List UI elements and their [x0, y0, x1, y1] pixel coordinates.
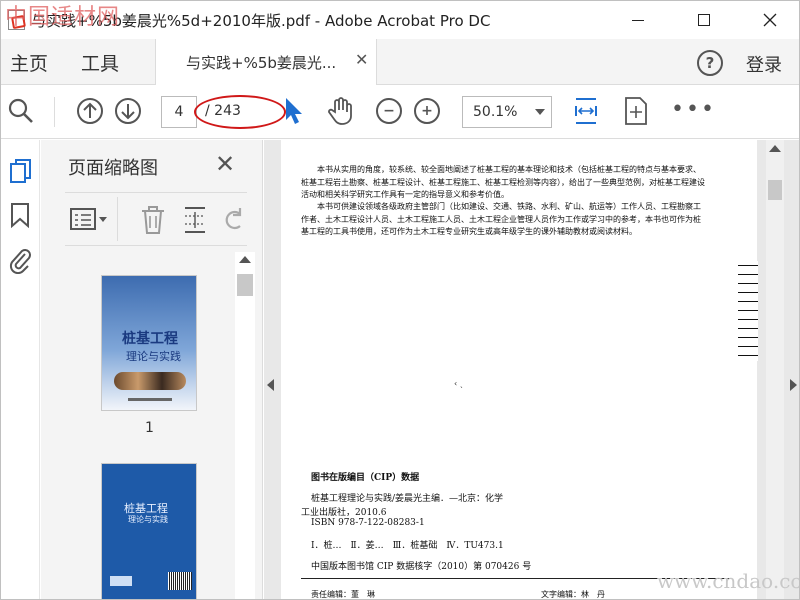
cover-image	[114, 372, 186, 390]
menu-tab-bar: 主页 工具 与实践+%5b姜晨光... ✕ ? 登录	[1, 39, 799, 85]
help-icon[interactable]: ?	[697, 50, 723, 76]
panel-title: 页面缩略图	[68, 158, 158, 179]
delete-page-icon[interactable]	[140, 205, 166, 239]
scroll-up-icon[interactable]	[239, 256, 251, 263]
credit-editor: 责任编辑：董 琳	[311, 590, 375, 599]
watermark-bottom-right: www.cndao.com	[657, 569, 799, 593]
cip-line: 中国版本图书馆 CIP 数据核字（2010）第 070426 号	[311, 562, 532, 572]
minimize-icon	[632, 19, 644, 21]
page-thumbnail-2[interactable]: 桩基工程 理论与实践	[101, 463, 197, 599]
thumbnails-panel: 页面缩略图 ✕ 桩基工程 理论与实践 1 桩基工程 理论与实践	[41, 140, 263, 599]
red-ellipse-annotation	[194, 95, 286, 129]
cip-title: 图书在版编目（CIP）数据	[311, 473, 420, 483]
thumbnail-scrollbar[interactable]	[235, 252, 255, 599]
document-tab-label: 与实践+%5b姜晨光...	[186, 54, 337, 72]
document-tab[interactable]: 与实践+%5b姜晨光... ✕	[155, 39, 377, 85]
current-page-input[interactable]: 4	[161, 96, 197, 128]
toolbar-separator	[117, 197, 118, 241]
bookmark-icon[interactable]	[10, 202, 30, 232]
zoom-out-icon[interactable]: −	[375, 97, 403, 125]
collapse-left-panel-icon[interactable]	[267, 379, 274, 391]
back-cover-subtitle: 理论与实践	[128, 515, 168, 524]
tools-menu[interactable]: 工具	[81, 49, 119, 76]
close-icon	[763, 13, 777, 27]
navigation-rail	[1, 140, 40, 599]
toolbar-separator	[54, 97, 55, 127]
cover-title: 桩基工程	[122, 331, 178, 347]
scroll-thumb[interactable]	[768, 180, 782, 200]
chevron-down-icon[interactable]	[535, 109, 545, 115]
scroll-thumb[interactable]	[237, 274, 253, 296]
thumbnail-options-icon[interactable]	[69, 207, 109, 235]
minimize-button[interactable]	[615, 1, 661, 39]
maximize-icon	[698, 14, 710, 26]
publisher-line	[128, 398, 172, 401]
barcode	[168, 572, 192, 590]
pdf-page: 本书从实用的角度，较系统、较全面地阐述了桩基工程的基本理论和技术（包括桩基工程的…	[281, 140, 757, 599]
home-menu[interactable]: 主页	[10, 49, 48, 76]
thumbnail-toolbar	[65, 192, 247, 246]
page-paragraph: 本书从实用的角度，较系统、较全面地阐述了桩基工程的基本理论和技术（包括桩基工程的…	[301, 165, 705, 199]
search-icon[interactable]	[7, 97, 35, 125]
expand-right-panel-icon[interactable]	[790, 379, 797, 391]
fit-width-icon[interactable]	[572, 97, 600, 125]
insert-page-icon[interactable]	[182, 205, 208, 239]
hand-tool-icon[interactable]	[327, 97, 355, 125]
cip-line: 桩基工程理论与实践/姜晨光主编．—北京：化学	[311, 494, 504, 504]
thumbnail-page-number: 1	[145, 420, 154, 436]
cip-line: ISBN 978-7-122-08283-1	[311, 518, 425, 528]
document-scrollbar[interactable]	[766, 140, 784, 599]
credit-text-editor: 文字编辑：林 丹	[541, 590, 605, 599]
full-screen-icon[interactable]	[622, 97, 650, 125]
close-window-button[interactable]	[747, 1, 793, 39]
watermark-top-left: 中国适材网	[5, 5, 121, 30]
publisher-logo	[110, 576, 132, 586]
page-thumbnails-icon[interactable]	[9, 158, 33, 190]
scan-speck: ‹ ˎ	[454, 379, 464, 388]
tab-close-icon[interactable]: ✕	[355, 50, 368, 69]
rotate-page-icon[interactable]	[222, 206, 246, 238]
next-page-icon[interactable]	[114, 97, 142, 125]
cip-line: Ⅰ．桩… Ⅱ．姜… Ⅲ．桩基础 Ⅳ．TU473.1	[311, 541, 504, 551]
previous-page-icon[interactable]	[76, 97, 104, 125]
attachment-icon[interactable]	[8, 246, 32, 278]
more-tools-icon[interactable]: •••	[671, 99, 716, 121]
scan-edge-artifact	[738, 261, 758, 361]
page-paragraph: 本书可供建设领域各级政府主管部门（比如建设、交通、铁路、水利、矿山、航运等）工作…	[301, 202, 701, 236]
maximize-button[interactable]	[681, 1, 727, 39]
zoom-in-icon[interactable]: +	[413, 97, 441, 125]
cip-line: 工业出版社，2010.6	[301, 508, 387, 518]
select-cursor-icon[interactable]	[279, 97, 307, 125]
main-toolbar: 4 / 243 − + 50.1% •••	[1, 85, 799, 139]
panel-close-icon[interactable]: ✕	[215, 150, 235, 178]
page-thumbnail-1[interactable]: 桩基工程 理论与实践	[101, 275, 197, 411]
scroll-up-icon[interactable]	[769, 145, 781, 152]
title-bar: 与实践+%5b姜晨光%5d+2010年版.pdf - Adobe Acrobat…	[1, 1, 799, 39]
acrobat-window: 与实践+%5b姜晨光%5d+2010年版.pdf - Adobe Acrobat…	[0, 0, 800, 600]
login-button[interactable]: 登录	[746, 51, 782, 77]
cover-subtitle: 理论与实践	[126, 350, 181, 363]
